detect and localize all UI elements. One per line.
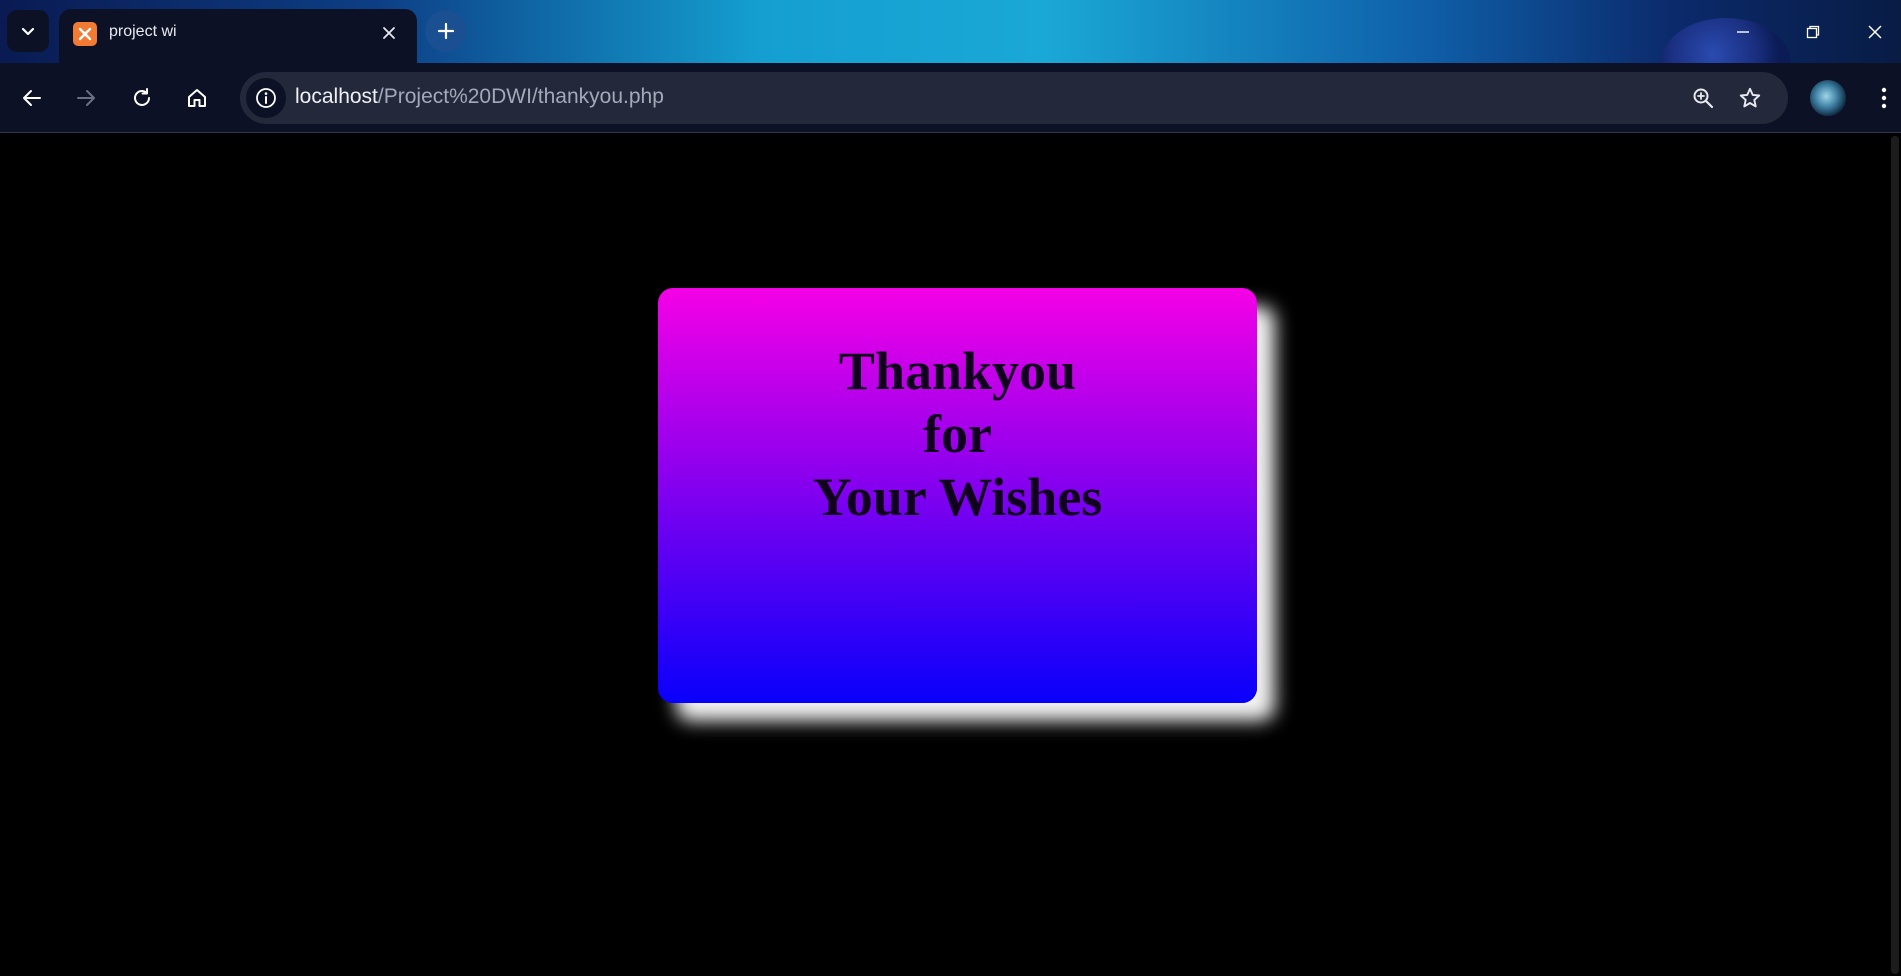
- star-icon: [1738, 86, 1762, 110]
- bookmark-button[interactable]: [1734, 82, 1766, 114]
- thankyou-message: Thankyou for Your Wishes: [658, 340, 1257, 529]
- xampp-icon: [73, 22, 97, 46]
- thankyou-card: Thankyou for Your Wishes: [658, 288, 1257, 703]
- address-bar[interactable]: localhost/Project%20DWI/thankyou.php: [240, 72, 1788, 124]
- browser-menu-button[interactable]: [1872, 80, 1896, 116]
- title-bar: project wi: [0, 0, 1901, 63]
- browser-toolbar: localhost/Project%20DWI/thankyou.php: [0, 63, 1901, 133]
- message-line-1: Thankyou: [838, 341, 1077, 401]
- arrow-left-icon: [21, 87, 43, 109]
- home-button[interactable]: [175, 76, 219, 120]
- forward-button[interactable]: [64, 76, 108, 120]
- reload-button[interactable]: [120, 76, 164, 120]
- restore-button[interactable]: [1778, 0, 1848, 63]
- reload-icon: [131, 87, 153, 109]
- tab-search-button[interactable]: [7, 10, 49, 52]
- close-window-button[interactable]: [1848, 0, 1901, 63]
- kebab-menu-icon: [1881, 86, 1887, 110]
- tab-title: project wi: [109, 23, 177, 40]
- vertical-scrollbar[interactable]: [1889, 134, 1901, 976]
- close-icon: [382, 26, 396, 40]
- arrow-right-icon: [75, 87, 97, 109]
- profile-avatar[interactable]: [1808, 78, 1848, 118]
- scrollbar-thumb[interactable]: [1891, 136, 1899, 974]
- message-line-2: for: [923, 404, 992, 464]
- message-line-3: Your Wishes: [812, 467, 1103, 527]
- site-info-button[interactable]: [246, 78, 286, 118]
- url-path: /Project%20DWI/thankyou.php: [377, 85, 664, 108]
- restore-icon: [1806, 25, 1820, 39]
- back-button[interactable]: [10, 76, 54, 120]
- page-viewport: Thankyou for Your Wishes: [0, 134, 1901, 976]
- url-host: localhost: [295, 85, 378, 108]
- plus-icon: [437, 22, 455, 40]
- minimize-icon: [1736, 25, 1750, 39]
- chevron-down-icon: [20, 23, 36, 39]
- home-icon: [186, 87, 208, 109]
- browser-tab[interactable]: project wi: [59, 9, 417, 63]
- new-tab-button[interactable]: [425, 10, 467, 52]
- info-icon: [255, 87, 277, 109]
- url-text[interactable]: localhost/Project%20DWI/thankyou.php: [295, 85, 664, 109]
- zoom-button[interactable]: [1687, 82, 1719, 114]
- minimize-button[interactable]: [1708, 0, 1778, 63]
- close-icon: [1867, 24, 1883, 40]
- tab-close-button[interactable]: [377, 21, 401, 45]
- zoom-in-icon: [1691, 86, 1715, 110]
